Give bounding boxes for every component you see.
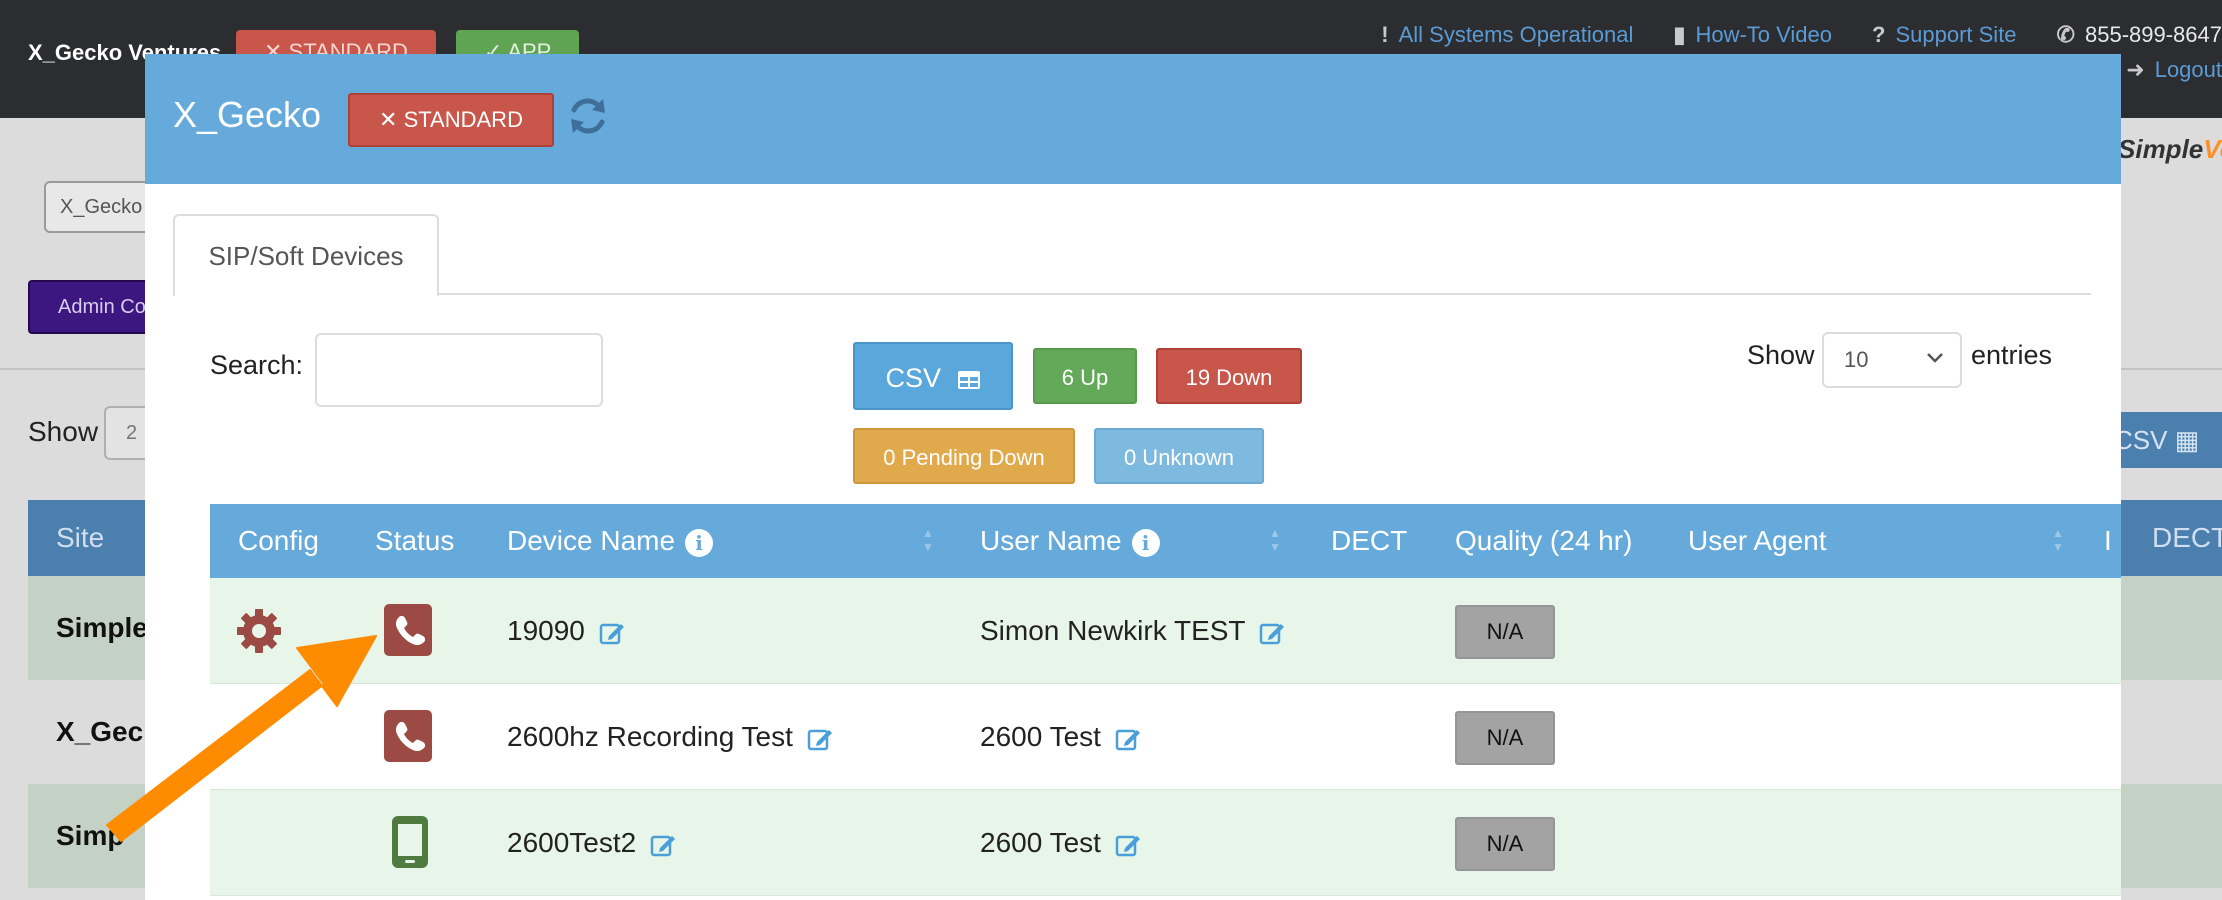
edit-icon[interactable] [807, 726, 833, 752]
user-name: 2600 Test [980, 827, 1101, 858]
modal-title: X_Gecko [173, 94, 322, 135]
chevron-down-icon [1927, 353, 1943, 363]
csv-label: CSV [885, 363, 941, 393]
phone-status-icon[interactable] [382, 708, 434, 764]
support-site-link[interactable]: ? Support Site [1872, 22, 2017, 48]
quality-badge: N/A [1455, 711, 1555, 765]
logout-label: Logout [2154, 57, 2222, 82]
alert-icon: ! [1381, 22, 1389, 47]
quality-badge: N/A [1455, 605, 1555, 659]
support-phone[interactable]: ✆ 855-899-8647 [2057, 22, 2222, 48]
device-name-cell: 19090 [507, 578, 625, 684]
down-count-button[interactable]: 19 Down [1156, 348, 1302, 404]
sort-icon[interactable]: ▲ ▼ [922, 526, 934, 554]
gear-icon[interactable] [236, 608, 282, 654]
csv-button[interactable]: CSV [853, 342, 1013, 410]
support-phone-number: 855-899-8647 [2084, 22, 2222, 47]
device-name-cell: 2600Test2 [507, 790, 676, 896]
unknown-button[interactable]: 0 Unknown [1094, 428, 1264, 484]
edit-icon[interactable] [599, 620, 625, 646]
device-name: 2600Test2 [507, 827, 637, 858]
edit-icon[interactable] [1115, 726, 1141, 752]
column-status[interactable]: Status [375, 504, 454, 578]
info-icon[interactable]: i [1131, 528, 1160, 557]
column-user-name[interactable]: User Name i [980, 504, 1160, 578]
bg-column-dect: DECT [2152, 522, 2222, 553]
column-config[interactable]: Config [238, 504, 319, 578]
edit-icon[interactable] [1259, 620, 1285, 646]
bg-column-site: Site [56, 522, 105, 553]
column-quality[interactable]: Quality (24 hr) [1455, 504, 1632, 578]
help-icon: ? [1872, 22, 1886, 47]
devices-modal: X_Gecko ✕ STANDARD SIP/Soft Devices Sear… [145, 54, 2121, 900]
device-name-label: Device Name [507, 525, 676, 556]
support-site-label: Support Site [1895, 22, 2017, 47]
tab-sip-soft-devices[interactable]: SIP/Soft Devices [173, 214, 439, 296]
device-name: 2600hz Recording Test [507, 721, 793, 752]
column-device-name[interactable]: Device Name i [507, 504, 714, 578]
show-label: Show [1747, 340, 1815, 370]
user-name: 2600 Test [980, 721, 1101, 752]
bg-csv-label: CSV [2114, 425, 2168, 455]
logout-link[interactable]: ➜ Logout [2126, 57, 2222, 83]
table-icon [957, 370, 980, 389]
search-label: Search: [210, 350, 304, 380]
pending-down-button[interactable]: 0 Pending Down [853, 428, 1075, 484]
sort-icon[interactable]: ▲ ▼ [1269, 526, 1281, 554]
company-logo: SimpleVoIP [2118, 134, 2222, 164]
table-header: Config Status Device Name i ▲ ▼ User Name i… [210, 504, 2121, 578]
mobile-status-icon[interactable] [390, 814, 430, 870]
system-status-link[interactable]: ! All Systems Operational [1381, 22, 1633, 48]
user-name-cell: 2600 Test [980, 790, 1141, 896]
user-name-label: User Name [980, 525, 1122, 556]
user-name-cell: Simon Newkirk TEST [980, 578, 1285, 684]
top-links: ! All Systems Operational ▮ How-To Video… [1381, 22, 2222, 48]
tab-divider [173, 293, 2091, 295]
entries-value: 10 [1844, 347, 1869, 372]
device-name-cell: 2600hz Recording Test [507, 684, 833, 790]
standard-button[interactable]: ✕ STANDARD [348, 93, 554, 147]
refresh-icon[interactable] [565, 93, 611, 139]
column-user-agent[interactable]: User Agent [1688, 504, 1827, 578]
edit-icon[interactable] [650, 832, 676, 858]
search-input[interactable] [315, 333, 603, 407]
info-icon[interactable]: i [685, 528, 714, 557]
column-truncated[interactable]: I [2104, 504, 2112, 578]
device-name: 19090 [507, 615, 585, 646]
bg-show-label: Show [28, 416, 99, 447]
entries-label: entries [1971, 340, 2053, 370]
up-count-button[interactable]: 6 Up [1033, 348, 1137, 404]
table-row[interactable]: 2600Test2 2600 Test N/A [210, 790, 2121, 896]
user-name: Simon Newkirk TEST [980, 615, 1246, 646]
phone-icon: ✆ [2056, 22, 2075, 47]
table-row[interactable]: 2600hz Recording Test 2600 Test N/A [210, 684, 2121, 790]
column-dect[interactable]: DECT [1331, 504, 1407, 578]
entries-select[interactable]: 10 [1822, 332, 1962, 388]
system-status-label: All Systems Operational [1398, 22, 1634, 47]
video-file-icon: ▮ [1673, 22, 1686, 47]
edit-icon[interactable] [1115, 832, 1141, 858]
table-row[interactable]: 19090 Simon Newkirk TEST N/A [210, 578, 2121, 684]
modal-header: X_Gecko ✕ STANDARD [145, 54, 2121, 184]
howto-video-label: How-To Video [1695, 22, 1833, 47]
phone-status-icon[interactable] [382, 602, 434, 658]
sort-icon[interactable]: ▲ ▼ [2052, 526, 2064, 554]
quality-badge: N/A [1455, 817, 1555, 871]
user-name-cell: 2600 Test [980, 684, 1141, 790]
howto-video-link[interactable]: ▮ How-To Video [1673, 22, 1832, 48]
logout-icon: ➜ [2126, 57, 2145, 82]
